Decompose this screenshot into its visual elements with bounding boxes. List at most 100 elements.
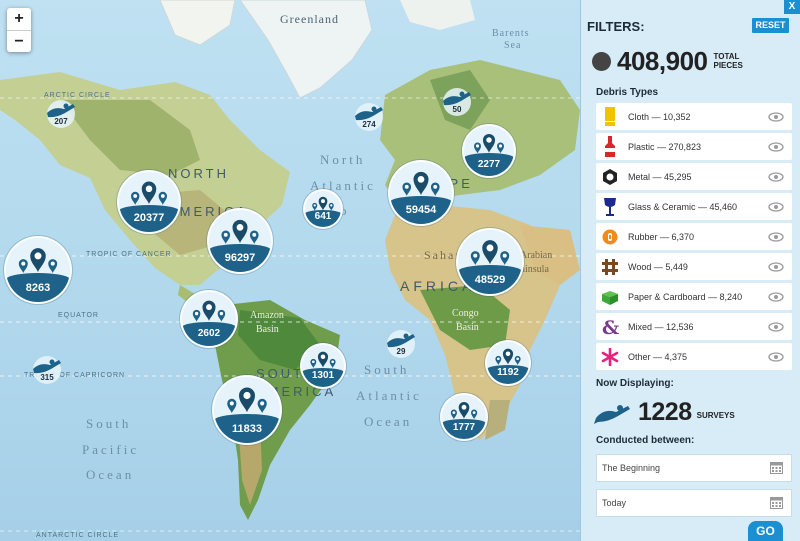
eye-icon[interactable] <box>768 111 784 122</box>
glass-icon <box>599 196 621 218</box>
zoom-in-button[interactable]: + <box>7 8 31 30</box>
diver-marker-atlantic-south[interactable]: 29 <box>382 330 420 360</box>
diver-count: 50 <box>452 105 462 114</box>
diver-marker-norway-north[interactable]: 50 <box>438 88 476 118</box>
reset-button[interactable]: RESET <box>752 18 789 33</box>
antarctic-circle-label: ANTARCTIC CIRCLE <box>36 532 120 539</box>
debris-item-paper-cardboard[interactable]: Paper & Cardboard — 8,240 <box>596 283 792 310</box>
calendar-icon[interactable] <box>770 461 783 474</box>
close-panel-button[interactable]: X <box>784 0 800 14</box>
date-from-value: The Beginning <box>602 463 661 473</box>
barents-sea-label-1: Barents <box>492 28 530 39</box>
amazon-basin-label-1: Amazon <box>250 310 284 321</box>
cluster-count: 20377 <box>133 212 165 224</box>
eye-icon[interactable] <box>768 141 784 152</box>
cluster-marker-north-america[interactable]: 20377 <box>117 170 181 234</box>
total-dot-icon <box>592 51 611 71</box>
date-from-field[interactable]: The Beginning <box>596 454 792 482</box>
arctic-circle-label: ARCTIC CIRCLE <box>44 92 111 99</box>
cluster-count: 11833 <box>232 423 262 435</box>
debris-item-cloth[interactable]: Cloth — 10,352 <box>596 103 792 130</box>
cluster-marker-azores[interactable]: 641 <box>303 189 343 229</box>
eye-icon[interactable] <box>768 321 784 332</box>
debris-label: Mixed — 12,536 <box>628 321 694 332</box>
greenland-label: Greenland <box>280 12 339 26</box>
diver-count: 29 <box>396 347 406 356</box>
cluster-marker-brazil-east[interactable]: 1301 <box>300 343 346 389</box>
diver-marker-alaska[interactable]: 207 <box>42 100 80 130</box>
barents-sea-label-2: Sea <box>504 40 522 51</box>
date-to-field[interactable]: Today <box>596 489 792 517</box>
diver-count: 315 <box>40 373 54 382</box>
eye-icon[interactable] <box>768 291 784 302</box>
cluster-count: 1192 <box>497 367 519 378</box>
cluster-count: 1301 <box>311 370 335 381</box>
eye-icon[interactable] <box>768 171 784 182</box>
cluster-marker-south-africa[interactable]: 1777 <box>440 393 488 441</box>
cluster-marker-st-helena[interactable]: 1192 <box>485 340 531 386</box>
south-pacific-label-1: South <box>86 416 132 431</box>
now-displaying-heading: Now Displaying: <box>596 378 674 389</box>
eye-icon[interactable] <box>768 351 784 362</box>
diver-marker-tahiti[interactable]: 315 <box>28 356 66 386</box>
south-atlantic-label-1: South <box>364 362 410 377</box>
go-button[interactable]: GO <box>748 521 783 541</box>
cluster-count: 2277 <box>477 159 501 170</box>
filters-title: FILTERS: <box>587 19 645 34</box>
eye-icon[interactable] <box>768 261 784 272</box>
mixed-icon: & <box>599 316 621 338</box>
debris-label: Cloth — 10,352 <box>628 111 691 122</box>
cluster-count: 641 <box>314 211 332 222</box>
other-asterisk-icon <box>599 346 621 368</box>
rubber-icon <box>599 226 621 248</box>
cluster-marker-us-south[interactable]: 96297 <box>207 208 273 274</box>
south-atlantic-label-3: Ocean <box>364 414 413 429</box>
eye-icon[interactable] <box>768 201 784 212</box>
equator-label: EQUATOR <box>58 312 99 319</box>
total-pieces-label: TOTAL PIECES <box>713 52 742 70</box>
diver-count: 207 <box>54 117 68 126</box>
debris-item-wood[interactable]: Wood — 5,449 <box>596 253 792 280</box>
cluster-count: 8263 <box>25 282 51 294</box>
south-atlantic-label-2: Atlantic <box>356 388 422 403</box>
calendar-icon[interactable] <box>770 496 783 509</box>
congo-basin-label-1: Congo <box>452 308 479 319</box>
survey-count-label: SURVEYS <box>696 411 735 420</box>
cluster-count: 2602 <box>197 328 221 339</box>
cluster-marker-africa[interactable]: 48529 <box>456 228 524 296</box>
debris-item-metal[interactable]: Metal — 45,295 <box>596 163 792 190</box>
cluster-marker-central-america[interactable]: 2602 <box>180 290 238 348</box>
debris-item-plastic[interactable]: Plastic — 270,823 <box>596 133 792 160</box>
south-pacific-label-2: Pacific <box>82 442 140 457</box>
cluster-count: 96297 <box>224 252 256 264</box>
diver-count: 274 <box>362 120 376 129</box>
total-pieces: 408,900 TOTAL PIECES <box>592 46 743 76</box>
cluster-count: 48529 <box>474 274 506 286</box>
cluster-marker-scandinavia[interactable]: 2277 <box>462 124 516 178</box>
filter-panel: X FILTERS: RESET 408,900 TOTAL PIECES De… <box>580 0 800 541</box>
debris-item-rubber[interactable]: Rubber — 6,370 <box>596 223 792 250</box>
tropic-of-cancer-label: TROPIC OF CANCER <box>86 251 172 258</box>
zoom-out-button[interactable]: − <box>7 30 31 52</box>
debris-item-mixed[interactable]: & Mixed — 12,536 <box>596 313 792 340</box>
wood-icon <box>599 256 621 278</box>
debris-item-glass-ceramic[interactable]: Glass & Ceramic — 45,460 <box>596 193 792 220</box>
eye-icon[interactable] <box>768 231 784 242</box>
cluster-count: 59454 <box>405 204 437 216</box>
diver-icon <box>594 404 630 424</box>
debris-label: Plastic — 270,823 <box>628 141 702 152</box>
debris-item-other[interactable]: Other — 4,375 <box>596 343 792 370</box>
survey-count-row: 1228 SURVEYS <box>594 398 735 427</box>
debris-label: Paper & Cardboard — 8,240 <box>628 291 743 302</box>
conducted-between-heading: Conducted between: <box>596 435 695 446</box>
debris-label: Rubber — 6,370 <box>628 231 695 242</box>
cluster-marker-europe[interactable]: 59454 <box>388 160 454 226</box>
debris-label: Wood — 5,449 <box>628 261 688 272</box>
cluster-marker-south-america[interactable]: 11833 <box>212 375 282 445</box>
svg-text:&: & <box>602 317 619 337</box>
cloth-icon <box>599 106 621 128</box>
debris-label: Metal — 45,295 <box>628 171 692 182</box>
diver-marker-greenland-east[interactable]: 274 <box>350 103 388 133</box>
zoom-control: + − <box>7 8 31 52</box>
cluster-marker-hawaii[interactable]: 8263 <box>4 236 72 304</box>
